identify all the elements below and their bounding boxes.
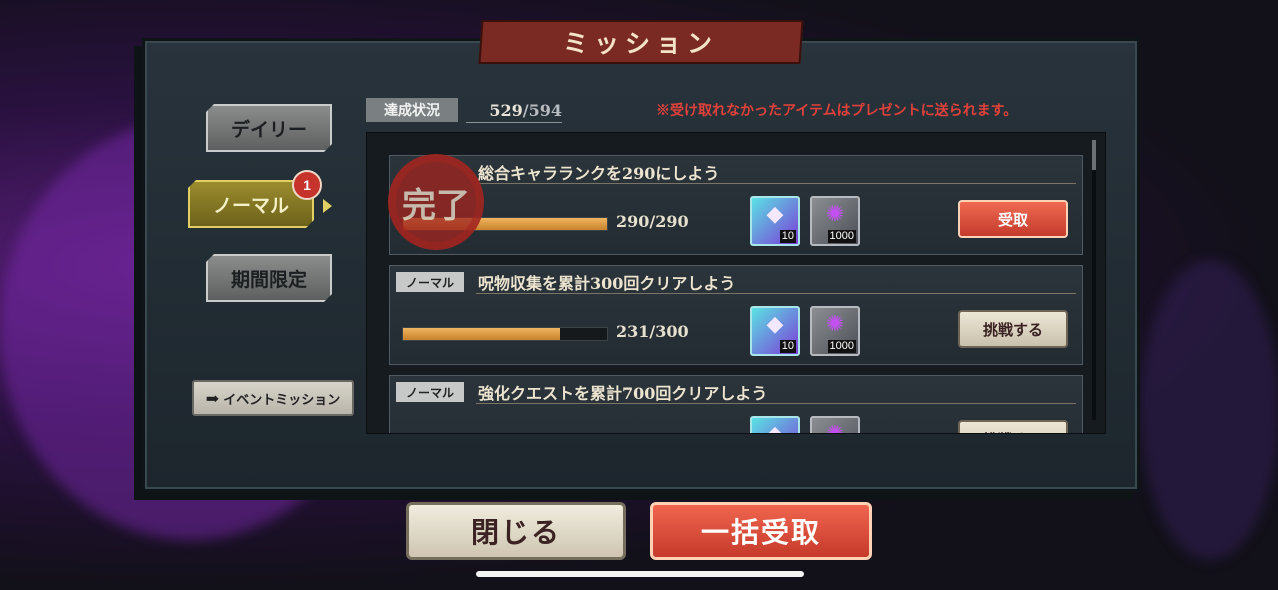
progress-bar <box>402 327 608 341</box>
reward-item[interactable]: ✺ 1000 <box>810 306 860 356</box>
tab-daily-label: デイリー <box>230 118 307 141</box>
page-title: ミッション <box>563 29 719 58</box>
status-label: 達成状況 <box>366 98 458 122</box>
mission-row: ノーマル 呪物収集を累計300回クリアしよう 231/300 ◆ 10 ✺ 10… <box>389 265 1083 365</box>
notice-text: ※受け取れなかったアイテムはプレゼントに送られます。 <box>656 103 1018 119</box>
tab-limited-label: 期間限定 <box>230 268 307 291</box>
reward-item[interactable]: ◆ 10 <box>750 306 800 356</box>
status-value: 529/594 <box>466 98 562 123</box>
completed-stamp: 完了 <box>388 154 484 250</box>
mission-row: 総合キャラランクを290にしよう 290/290 ◆ 10 ✺ 1000 受取 … <box>388 154 1083 255</box>
cube-icon: ◆ <box>752 422 798 433</box>
title-banner: ミッション <box>478 20 804 64</box>
reward-qty: 10 <box>779 230 796 243</box>
reward-item[interactable]: ◆ <box>750 416 800 433</box>
reward-item[interactable]: ◆ 10 <box>750 196 800 246</box>
event-mission-label: イベントミッション <box>223 392 341 408</box>
progress-text: 290/290 <box>616 212 689 231</box>
mission-row: ノーマル 強化クエストを累計700回クリアしよう ◆ ✺ 挑戦する <box>389 375 1083 433</box>
reward-qty: 1000 <box>827 230 856 243</box>
selected-arrow-icon <box>323 199 332 213</box>
curse-icon: ✺ <box>825 312 845 337</box>
tab-daily[interactable]: デイリー <box>206 104 332 152</box>
home-indicator[interactable] <box>476 571 804 577</box>
reward-item[interactable]: ✺ 1000 <box>810 196 860 246</box>
curse-icon: ✺ <box>825 202 845 227</box>
reward-item[interactable]: ✺ <box>810 416 860 433</box>
reward-qty: 1000 <box>827 340 856 353</box>
background-glow-right <box>1140 260 1278 560</box>
cube-icon: ◆ <box>766 312 784 337</box>
divider <box>476 403 1076 404</box>
status-max: /594 <box>522 100 562 120</box>
list-scrollbar[interactable] <box>1092 140 1096 420</box>
progress-fill <box>403 328 561 340</box>
challenge-button[interactable]: 挑戦する <box>958 420 1068 433</box>
progress-text: 231/300 <box>616 322 689 341</box>
scroll-thumb[interactable] <box>1092 140 1096 170</box>
mission-title: 総合キャラランクを290にしよう <box>478 164 720 183</box>
divider <box>476 293 1076 294</box>
tab-limited[interactable]: 期間限定 <box>206 254 332 302</box>
category-tag: ノーマル <box>396 272 464 292</box>
collect-all-button[interactable]: 一括受取 <box>650 502 872 560</box>
divider <box>476 183 1076 184</box>
mission-title: 強化クエストを累計700回クリアしよう <box>478 384 768 403</box>
curse-icon: ✺ <box>812 422 858 433</box>
close-button[interactable]: 閉じる <box>406 502 626 560</box>
tab-normal-label: ノーマル <box>212 194 289 217</box>
mission-list[interactable]: 総合キャラランクを290にしよう 290/290 ◆ 10 ✺ 1000 受取 … <box>366 132 1106 434</box>
status-current: 529 <box>489 100 523 120</box>
receive-button[interactable]: 受取 <box>958 200 1068 238</box>
cube-icon: ◆ <box>766 202 784 227</box>
category-tag: ノーマル <box>396 382 464 402</box>
arrow-right-icon: ➡ <box>205 388 220 408</box>
challenge-button[interactable]: 挑戦する <box>958 310 1068 348</box>
mission-title: 呪物収集を累計300回クリアしよう <box>478 274 736 293</box>
reward-qty: 10 <box>779 340 796 353</box>
event-mission-button[interactable]: ➡ イベントミッション <box>192 380 354 416</box>
notification-badge: 1 <box>292 170 322 200</box>
